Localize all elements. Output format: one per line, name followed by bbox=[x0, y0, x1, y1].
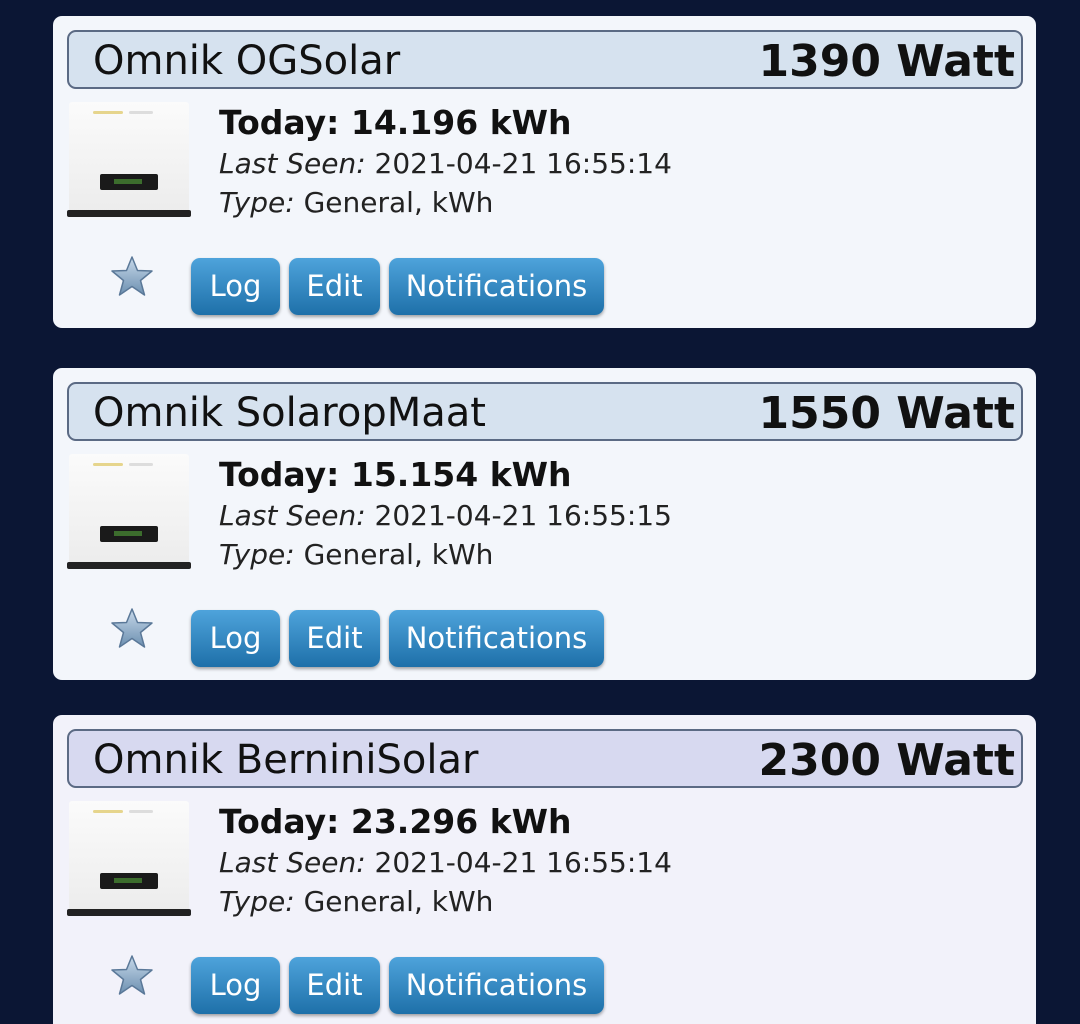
star-icon[interactable] bbox=[109, 953, 155, 999]
last-seen-label: Last Seen: bbox=[219, 846, 366, 879]
type-value: General, kWh bbox=[303, 186, 494, 219]
last-seen: Last Seen: 2021-04-21 16:55:14 bbox=[219, 843, 672, 882]
device-name: Omnik OGSolar bbox=[93, 38, 401, 84]
log-button[interactable]: Log bbox=[191, 610, 280, 667]
device-power-value: 2300 Watt bbox=[758, 735, 1015, 786]
log-button[interactable]: Log bbox=[191, 258, 280, 315]
device-name: Omnik BerniniSolar bbox=[93, 737, 479, 783]
device-header: Omnik BerniniSolar 2300 Watt bbox=[67, 729, 1023, 788]
today-energy: Today: 14.196 kWh bbox=[219, 103, 572, 142]
device-header: Omnik OGSolar 1390 Watt bbox=[67, 30, 1023, 89]
type-label: Type: bbox=[219, 186, 295, 219]
device-power-value: 1390 Watt bbox=[758, 36, 1015, 87]
device-power-value: 1550 Watt bbox=[758, 388, 1015, 439]
device-type: Type: General, kWh bbox=[219, 535, 672, 574]
today-energy: Today: 15.154 kWh bbox=[219, 455, 572, 494]
edit-button[interactable]: Edit bbox=[289, 258, 380, 315]
edit-button[interactable]: Edit bbox=[289, 610, 380, 667]
last-seen: Last Seen: 2021-04-21 16:55:14 bbox=[219, 144, 672, 183]
inverter-image[interactable] bbox=[67, 801, 191, 925]
notifications-button[interactable]: Notifications bbox=[389, 258, 604, 315]
star-icon[interactable] bbox=[109, 606, 155, 652]
last-seen-label: Last Seen: bbox=[219, 147, 366, 180]
type-value: General, kWh bbox=[303, 885, 494, 918]
device-list: Omnik OGSolar 1390 Watt Today: 14.196 kW… bbox=[0, 0, 1080, 1024]
last-seen-value: 2021-04-21 16:55:14 bbox=[374, 147, 672, 180]
device-header: Omnik SolaropMaat 1550 Watt bbox=[67, 382, 1023, 441]
notifications-button[interactable]: Notifications bbox=[389, 957, 604, 1014]
inverter-image[interactable] bbox=[67, 454, 191, 578]
device-info: Today: 14.196 kWh Last Seen: 2021-04-21 … bbox=[219, 102, 672, 222]
last-seen-label: Last Seen: bbox=[219, 499, 366, 532]
device-name: Omnik SolaropMaat bbox=[93, 390, 486, 436]
star-icon[interactable] bbox=[109, 254, 155, 300]
last-seen-value: 2021-04-21 16:55:15 bbox=[374, 499, 672, 532]
inverter-image[interactable] bbox=[67, 102, 191, 226]
log-button[interactable]: Log bbox=[191, 957, 280, 1014]
notifications-button[interactable]: Notifications bbox=[389, 610, 604, 667]
device-type: Type: General, kWh bbox=[219, 183, 672, 222]
type-value: General, kWh bbox=[303, 538, 494, 571]
today-energy: Today: 23.296 kWh bbox=[219, 802, 572, 841]
device-type: Type: General, kWh bbox=[219, 882, 672, 921]
edit-button[interactable]: Edit bbox=[289, 957, 380, 1014]
last-seen: Last Seen: 2021-04-21 16:55:15 bbox=[219, 496, 672, 535]
type-label: Type: bbox=[219, 538, 295, 571]
last-seen-value: 2021-04-21 16:55:14 bbox=[374, 846, 672, 879]
device-card: Omnik BerniniSolar 2300 Watt Today: 23.2… bbox=[53, 715, 1036, 1024]
device-info: Today: 15.154 kWh Last Seen: 2021-04-21 … bbox=[219, 454, 672, 574]
device-card: Omnik SolaropMaat 1550 Watt Today: 15.15… bbox=[53, 368, 1036, 680]
device-info: Today: 23.296 kWh Last Seen: 2021-04-21 … bbox=[219, 801, 672, 921]
type-label: Type: bbox=[219, 885, 295, 918]
device-card: Omnik OGSolar 1390 Watt Today: 14.196 kW… bbox=[53, 16, 1036, 328]
